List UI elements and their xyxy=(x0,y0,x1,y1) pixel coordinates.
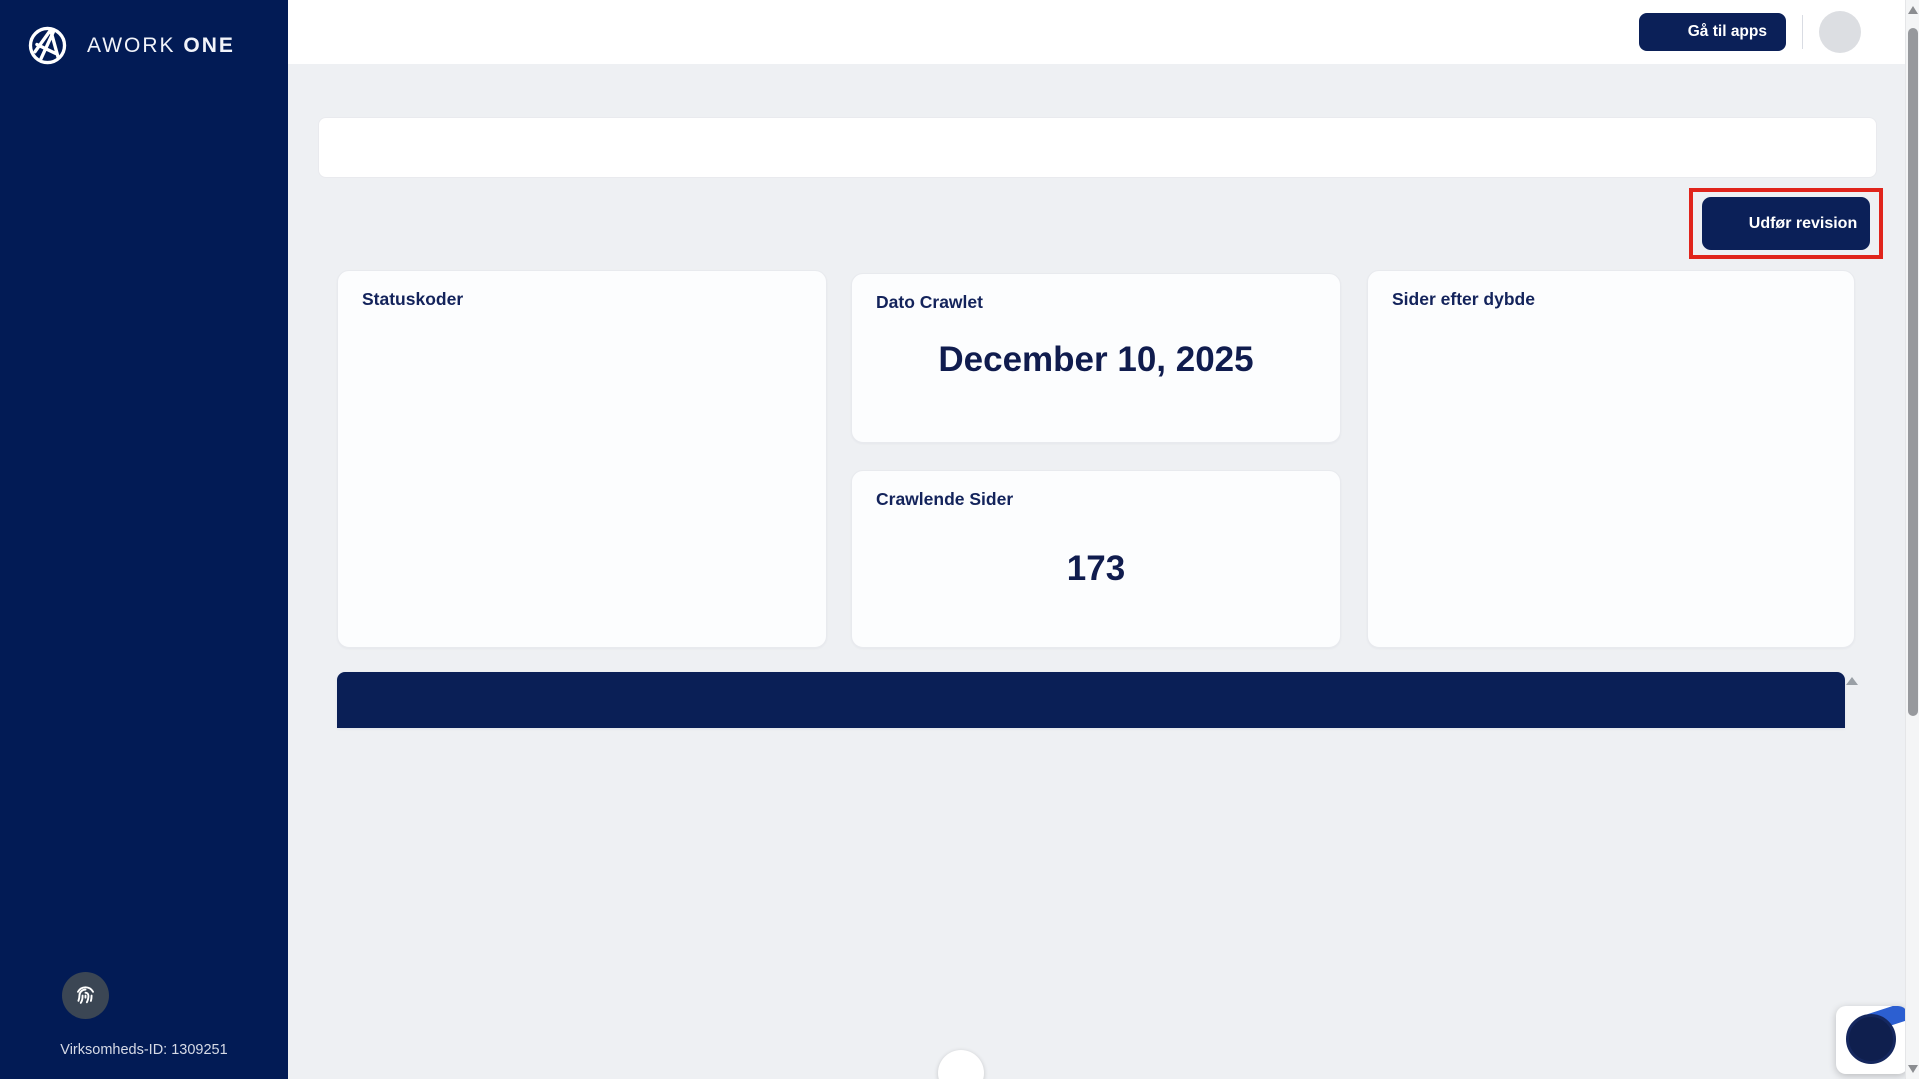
run-audit-label: Udfør revision xyxy=(1749,215,1857,233)
fingerprint-button[interactable] xyxy=(62,972,109,1019)
go-to-apps-button[interactable]: Gå til apps xyxy=(1639,13,1786,51)
topbar-divider xyxy=(1802,15,1803,49)
floating-logo-watermark xyxy=(938,1050,984,1079)
sidebar: AWORK ONE Virksomheds-ID: 1309251 xyxy=(0,0,288,1079)
go-to-apps-label: Gå til apps xyxy=(1688,23,1767,41)
scrollbar-up-arrow[interactable] xyxy=(1908,6,1918,14)
chat-widget-logo xyxy=(1846,1014,1896,1064)
status-codes-card: Statuskoder xyxy=(337,270,827,648)
company-id-label: Virksomheds-ID: 1309251 xyxy=(0,1042,288,1058)
user-avatar[interactable] xyxy=(1819,11,1861,53)
pages-by-depth-card: Sider efter dybde xyxy=(1367,270,1855,648)
run-audit-button[interactable]: Udfør revision xyxy=(1702,197,1870,250)
pages-crawled-title: Crawlende Sider xyxy=(876,489,1013,510)
app-logo: AWORK ONE xyxy=(0,0,288,69)
app-logo-text: AWORK ONE xyxy=(87,34,235,58)
date-crawled-card: Dato Crawlet December 10, 2025 xyxy=(851,273,1341,443)
scrollbar-down-arrow[interactable] xyxy=(1908,1065,1918,1073)
pages-crawled-value: 173 xyxy=(852,549,1340,589)
run-audit-highlight-box: Udfør revision xyxy=(1689,188,1883,259)
table-scrollbar-up-arrow[interactable] xyxy=(1846,677,1858,685)
topbar: Gå til apps xyxy=(288,0,1905,64)
date-crawled-value: December 10, 2025 xyxy=(852,340,1340,380)
pages-by-depth-title: Sider efter dybde xyxy=(1392,289,1535,310)
awork-logo-icon xyxy=(24,22,71,69)
fingerprint-icon xyxy=(72,981,99,1011)
file-search-icon xyxy=(1715,212,1738,235)
crawl-results-table xyxy=(337,672,1845,728)
audit-tabs xyxy=(318,117,1877,178)
pages-crawled-card: Crawlende Sider 173 xyxy=(851,470,1341,648)
table-header-row xyxy=(337,672,1845,728)
scrollbar-thumb[interactable] xyxy=(1908,28,1918,716)
status-codes-title: Statuskoder xyxy=(362,289,463,310)
date-crawled-title: Dato Crawlet xyxy=(876,292,983,313)
status-codes-donut-chart xyxy=(405,318,697,610)
pages-by-depth-bar-chart xyxy=(1412,324,1836,586)
apps-grid-icon xyxy=(1658,23,1677,42)
chat-widget-button[interactable] xyxy=(1836,1006,1908,1074)
window-scrollbar[interactable] xyxy=(1905,0,1919,1079)
